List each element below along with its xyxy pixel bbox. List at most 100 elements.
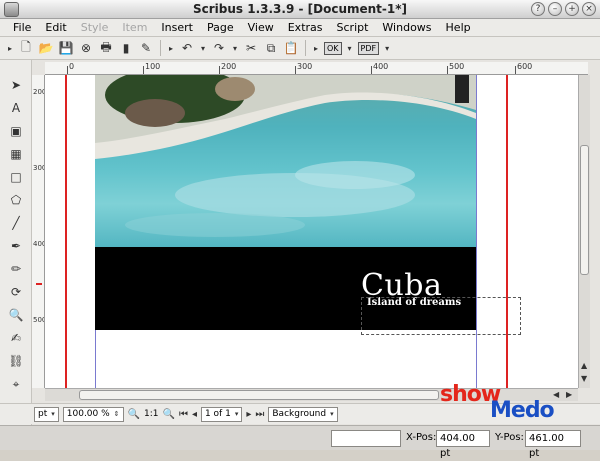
zoom-in-icon[interactable]: 🔍	[162, 409, 174, 420]
close-document-icon[interactable]: ⊗	[78, 40, 94, 56]
shape-icon[interactable]: □	[8, 169, 24, 185]
window-title: Scribus 1.3.3.9 - [Document-1*]	[192, 2, 407, 16]
close-icon[interactable]: ×	[582, 2, 596, 16]
last-page-icon[interactable]: ⏭	[255, 409, 264, 420]
pool-photo	[95, 75, 476, 237]
ruler-label: 500	[33, 316, 44, 324]
xpos-label: X-Pos:	[406, 432, 437, 443]
menu-style[interactable]: Style	[74, 21, 116, 34]
save-icon[interactable]: 💾	[58, 40, 74, 56]
document-canvas[interactable]: Cuba Island of dreams	[45, 75, 578, 388]
page-bleed-guide	[506, 75, 508, 388]
zoom-ratio-button[interactable]: 1:1	[144, 409, 158, 419]
ypos-field: 461.00 pt	[525, 430, 581, 459]
scroll-up-icon[interactable]: ▲	[581, 361, 587, 370]
ruler-label: 300	[33, 164, 44, 172]
print-icon[interactable]: 🖶	[98, 40, 114, 56]
menu-page[interactable]: Page	[200, 21, 241, 34]
bottom-status-bar: X-Pos: 404.00 pt Y-Pos: 461.00 pt	[0, 425, 600, 459]
zoom-out-icon[interactable]: 🔍	[128, 409, 140, 420]
page-bleed-guide	[65, 75, 67, 388]
pool-image-frame[interactable]	[95, 75, 476, 247]
menu-item[interactable]: Item	[115, 21, 154, 34]
ruler-tick	[371, 66, 372, 74]
menu-windows[interactable]: Windows	[375, 21, 438, 34]
preview-ok-button[interactable]: OK	[324, 41, 342, 55]
measure-icon[interactable]: ⌖	[8, 376, 24, 392]
open-folder-icon[interactable]: 📂	[38, 40, 54, 56]
help-icon[interactable]: ?	[531, 2, 545, 16]
select-arrow-icon[interactable]: ➤	[8, 77, 24, 93]
selected-text-frame[interactable]	[361, 297, 521, 335]
redo-icon[interactable]: ↷	[211, 40, 227, 56]
page-select[interactable]: 1 of 1 ▾	[200, 406, 243, 422]
edit-contents-icon[interactable]: ✍	[8, 330, 24, 346]
zoom-field[interactable]: 100.00 % ⇕	[62, 406, 124, 422]
layer-select[interactable]: Background ▾	[268, 406, 338, 422]
chevron-down-icon: ▾	[330, 409, 334, 418]
chevron-down-icon: ▾	[51, 409, 55, 418]
line-icon[interactable]: ╱	[8, 215, 24, 231]
toolbar-handle-icon: ▸	[7, 43, 12, 53]
cut-icon[interactable]: ✂	[243, 40, 259, 56]
vertical-scroll-thumb[interactable]	[580, 145, 589, 275]
status-message-field	[331, 430, 401, 447]
toolbar-separator	[160, 40, 161, 56]
chevron-down-icon[interactable]: ▾	[231, 40, 239, 56]
ruler-label: 200	[33, 88, 44, 96]
horizontal-scroll-thumb[interactable]	[79, 390, 439, 400]
menu-file[interactable]: File	[6, 21, 38, 34]
chevron-down-icon[interactable]: ▾	[383, 40, 391, 56]
polygon-icon[interactable]: ⬠	[8, 192, 24, 208]
ypos-label: Y-Pos:	[495, 432, 524, 443]
layer-value: Background	[272, 408, 327, 419]
toolbar-handle-icon: ▸	[313, 43, 318, 53]
vertical-ruler[interactable]: 200 300 400 500	[32, 75, 45, 388]
export-pdf-icon[interactable]: ✎	[138, 40, 154, 56]
menu-insert[interactable]: Insert	[154, 21, 200, 34]
menu-script[interactable]: Script	[330, 21, 376, 34]
chevron-down-icon[interactable]: ▾	[199, 40, 207, 56]
ruler-tick	[447, 66, 448, 74]
copy-icon[interactable]: ⧉	[263, 40, 279, 56]
vertical-scrollbar[interactable]: ▲ ▼	[578, 75, 590, 388]
pdf-tools-button[interactable]: PDF	[357, 41, 380, 55]
scroll-down-icon[interactable]: ▼	[581, 374, 587, 383]
page-margin-line	[476, 75, 477, 388]
next-page-icon[interactable]: ▸	[246, 409, 251, 420]
undo-icon[interactable]: ↶	[179, 40, 195, 56]
freehand-icon[interactable]: ✏	[8, 261, 24, 277]
link-frames-icon[interactable]: ⛓	[8, 353, 24, 369]
menu-help[interactable]: Help	[439, 21, 478, 34]
unit-select[interactable]: pt ▾	[34, 406, 59, 422]
ruler-position-marker	[36, 283, 42, 285]
ruler-tick	[67, 66, 68, 74]
ruler-tick	[515, 66, 516, 74]
zoom-icon[interactable]: 🔍	[8, 307, 24, 323]
menu-edit[interactable]: Edit	[38, 21, 73, 34]
zoom-value: 100.00 %	[66, 408, 110, 419]
table-icon[interactable]: ▦	[8, 146, 24, 162]
ruler-label: 600	[517, 62, 533, 71]
text-frame-icon[interactable]: A	[8, 100, 24, 116]
bezier-icon[interactable]: ✒	[8, 238, 24, 254]
new-document-icon[interactable]: 🗋	[18, 40, 34, 56]
menu-view[interactable]: View	[241, 21, 281, 34]
minimize-icon[interactable]: –	[548, 2, 562, 16]
menu-extras[interactable]: Extras	[281, 21, 330, 34]
ruler-label: 500	[449, 62, 465, 71]
toolbar-separator	[305, 40, 306, 56]
image-frame-icon[interactable]: ▣	[8, 123, 24, 139]
scribus-window: Scribus 1.3.3.9 - [Document-1*] ? – + × …	[0, 0, 600, 459]
maximize-icon[interactable]: +	[565, 2, 579, 16]
rotate-icon[interactable]: ⟳	[8, 284, 24, 300]
xpos-field: 404.00 pt	[436, 430, 490, 459]
logo-medo-text: Medo	[490, 398, 555, 423]
paste-icon[interactable]: 📋	[283, 40, 299, 56]
first-page-icon[interactable]: ⏮	[179, 409, 188, 420]
chevron-down-icon[interactable]: ▾	[346, 40, 354, 56]
previous-page-icon[interactable]: ◂	[192, 409, 197, 420]
horizontal-ruler[interactable]: 0 100 200 300 400 500 600	[45, 62, 588, 75]
showmedo-logo: show Medo	[440, 382, 580, 423]
preflight-icon[interactable]: ▮	[118, 40, 134, 56]
